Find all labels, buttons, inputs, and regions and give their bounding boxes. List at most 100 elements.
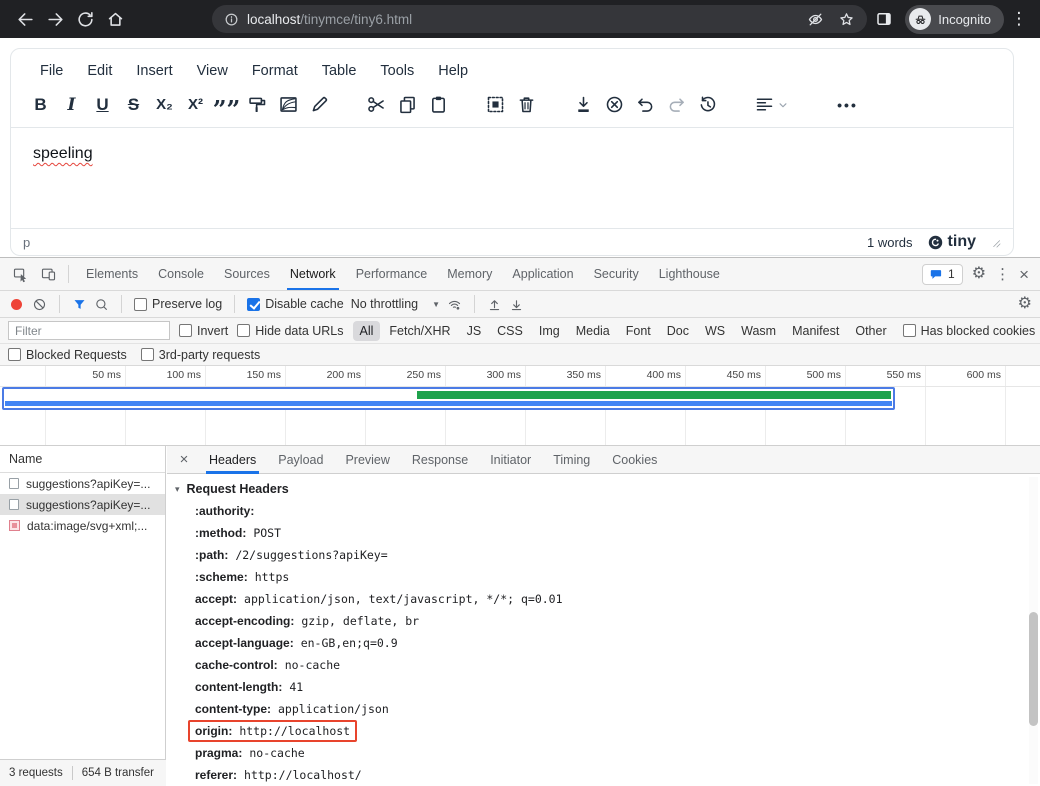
request-row[interactable]: suggestions?apiKey=... [0,473,165,494]
cancel-button[interactable] [599,89,630,120]
detail-tab[interactable]: Preview [334,446,400,474]
editor-menu-item[interactable]: Edit [78,58,121,84]
disable-cache-checkbox[interactable]: Disable cache [247,297,344,311]
bookmark-star-icon[interactable] [838,11,855,28]
devtools-tab[interactable]: Elements [76,258,148,290]
detail-tab[interactable]: Timing [542,446,601,474]
editor-menu-item[interactable]: Insert [127,58,181,84]
request-type-filter[interactable]: Other [848,321,893,341]
header-row[interactable]: :method:POST [167,522,1026,544]
detail-tab[interactable]: Headers [198,446,267,474]
preserve-log-checkbox[interactable]: Preserve log [134,297,222,311]
superscript-button[interactable]: X² [180,89,211,120]
format-painter-button[interactable] [242,89,273,120]
third-party-requests-checkbox[interactable]: 3rd-party requests [141,348,260,362]
header-row[interactable]: origin:http://localhost [167,720,1026,742]
detail-tab[interactable]: Cookies [601,446,668,474]
request-type-filter[interactable]: Doc [660,321,696,341]
select-all-button[interactable] [480,89,511,120]
export-har-icon[interactable] [509,297,524,312]
paste-button[interactable] [423,89,454,120]
devtools-tab[interactable]: Memory [437,258,502,290]
throttling-select[interactable]: No throttling▼ [351,297,440,311]
header-row[interactable]: content-length:41 [167,676,1026,698]
devtools-tab[interactable]: Sources [214,258,280,290]
devtools-tab[interactable]: Console [148,258,214,290]
requests-name-column-header[interactable]: Name [0,446,165,473]
search-icon[interactable] [94,297,109,312]
close-detail-icon[interactable]: × [172,451,196,468]
forward-icon[interactable] [40,4,70,34]
blockquote-button[interactable]: ”” [211,89,242,120]
detail-tab[interactable]: Payload [267,446,334,474]
editor-menu-item[interactable]: Table [313,58,366,84]
italic-button[interactable]: I [56,89,87,120]
header-row[interactable]: pragma:no-cache [167,742,1026,764]
hide-data-urls-checkbox[interactable]: Hide data URLs [237,324,343,338]
network-overview-timeline[interactable]: 50 ms100 ms150 ms200 ms250 ms300 ms350 m… [0,366,1040,446]
request-type-filter[interactable]: Manifest [785,321,846,341]
devtools-tab[interactable]: Application [502,258,583,290]
detail-tab[interactable]: Initiator [479,446,542,474]
filter-input[interactable] [8,321,170,340]
request-type-filter[interactable]: Font [619,321,658,341]
header-row[interactable]: accept:application/json, text/javascript… [167,588,1026,610]
editor-content-area[interactable]: speeling [11,128,1013,180]
network-settings-icon[interactable]: ⚙ [1018,296,1032,312]
devtools-menu-kebab-icon[interactable]: ⋮ [995,265,1010,283]
restore-draft-button[interactable] [692,89,723,120]
resize-handle-icon[interactable] [990,237,1001,248]
detail-tab[interactable]: Response [401,446,479,474]
devtools-close-icon[interactable]: × [1019,266,1029,283]
overview-selection[interactable] [2,387,895,410]
inspect-element-icon[interactable] [7,262,33,286]
scrollbar-track[interactable] [1029,477,1038,784]
editor-menu-item[interactable]: File [31,58,72,84]
undo-button[interactable] [630,89,661,120]
incognito-badge[interactable]: Incognito [905,5,1004,34]
home-icon[interactable] [100,4,130,34]
header-row[interactable]: :scheme:https [167,566,1026,588]
strikethrough-button[interactable]: S [118,89,149,120]
eye-off-icon[interactable] [807,11,824,28]
bold-button[interactable]: B [25,89,56,120]
network-conditions-icon[interactable] [447,297,462,312]
more-options-button[interactable]: ••• [832,89,863,120]
back-icon[interactable] [10,4,40,34]
header-row[interactable]: cache-control:no-cache [167,654,1026,676]
devtools-tab[interactable]: Security [584,258,649,290]
site-info-icon[interactable] [224,12,239,27]
filter-icon[interactable] [72,297,87,312]
permanent-pen-button[interactable] [304,89,335,120]
editor-menu-item[interactable]: Format [243,58,307,84]
request-type-filter[interactable]: Wasm [734,321,783,341]
header-row[interactable]: :authority: [167,500,1026,522]
request-headers-section[interactable]: ▾ Request Headers [175,482,1026,496]
header-row[interactable]: accept-encoding:gzip, deflate, br [167,610,1026,632]
tiny-branding[interactable]: tiny [927,233,976,251]
header-row[interactable]: content-type:application/json [167,698,1026,720]
devtools-tab[interactable]: Performance [346,258,438,290]
request-type-filter[interactable]: Media [569,321,617,341]
chevron-down-icon[interactable] [776,98,790,112]
editor-menu-item[interactable]: Help [429,58,477,84]
request-row[interactable]: data:image/svg+xml;... [0,515,165,536]
header-row[interactable]: referer:http://localhost/ [167,764,1026,786]
request-type-filter[interactable]: Fetch/XHR [382,321,457,341]
request-type-filter[interactable]: All [353,321,381,341]
header-row[interactable]: accept-language:en-GB,en;q=0.9 [167,632,1026,654]
page-embed-button[interactable] [273,89,304,120]
request-type-filter[interactable]: JS [460,321,489,341]
scrollbar-thumb[interactable] [1029,612,1038,726]
clear-icon[interactable] [32,297,47,312]
devtools-tab[interactable]: Network [280,258,346,290]
record-button[interactable] [11,299,22,310]
export-button[interactable] [568,89,599,120]
misspelled-word[interactable]: speeling [33,145,93,162]
blocked-requests-checkbox[interactable]: Blocked Requests [8,348,127,362]
header-row[interactable]: :path:/2/suggestions?apiKey= [167,544,1026,566]
devtools-tab[interactable]: Lighthouse [649,258,730,290]
request-type-filter[interactable]: WS [698,321,732,341]
copy-button[interactable] [392,89,423,120]
devtools-settings-icon[interactable]: ⚙ [972,266,986,282]
